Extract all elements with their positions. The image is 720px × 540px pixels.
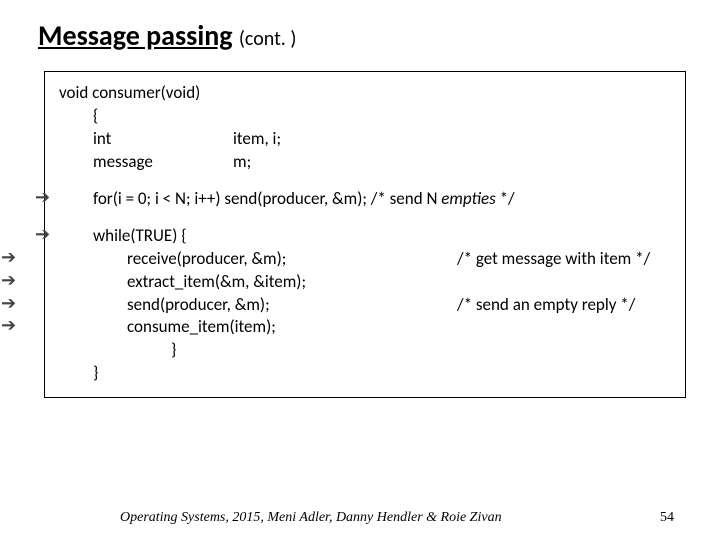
code-extract: ➔ extract_item(&m, &item); — [59, 271, 671, 294]
arrow-icon: ➔ — [35, 188, 50, 206]
code-inner-close: } — [59, 339, 671, 362]
code-send: ➔ send(producer, &m); /* send an empty r… — [59, 294, 671, 317]
recv-text: receive(producer, &m); — [127, 248, 457, 271]
send-comment: /* send an empty reply */ — [457, 294, 635, 317]
while-text: while(TRUE) { — [93, 225, 187, 246]
footer: Operating Systems, 2015, Meni Adler, Dan… — [0, 510, 720, 526]
arrow-icon: ➔ — [1, 248, 16, 266]
decl-msg-kw: message — [93, 151, 233, 174]
decl-msg-vars: m; — [233, 151, 251, 174]
arrow-icon: ➔ — [1, 271, 16, 289]
extract-text: extract_item(&m, &item); — [127, 271, 457, 294]
for-end: */ — [496, 188, 515, 209]
consume-text: consume_item(item); — [127, 316, 457, 339]
arrow-icon: ➔ — [1, 294, 16, 312]
page-number: 54 — [660, 510, 674, 526]
code-while: ➔ while(TRUE) { — [59, 225, 671, 248]
code-receive: ➔ receive(producer, &m); /* get message … — [59, 248, 671, 271]
arrow-icon: ➔ — [1, 316, 16, 334]
send-text: send(producer, &m); — [127, 294, 457, 317]
recv-comment: /* get message with item */ — [457, 248, 650, 271]
arrow-icon: ➔ — [35, 225, 50, 243]
for-empties: empties — [441, 188, 495, 209]
code-block: void consumer(void) { int item, i; messa… — [44, 71, 686, 398]
code-for-line: ➔ for(i = 0; i < N; i++) send(producer, … — [59, 188, 671, 211]
footer-credits: Operating Systems, 2015, Meni Adler, Dan… — [120, 510, 502, 526]
slide-title: Message passing (cont. ) — [0, 0, 720, 57]
code-decl-msg: message m; — [59, 151, 671, 174]
code-brace-open: { — [59, 105, 671, 128]
decl-int-vars: item, i; — [233, 128, 281, 151]
code-outer-close: } — [59, 362, 671, 385]
for-left: for(i = 0; i < N; i++) send(producer, &m… — [93, 188, 441, 209]
decl-int-kw: int — [93, 128, 233, 151]
code-consume: ➔ consume_item(item); — [59, 316, 671, 339]
code-signature: void consumer(void) — [59, 82, 671, 105]
code-decl-int: int item, i; — [59, 128, 671, 151]
title-main: Message passing — [38, 18, 233, 53]
title-sub: (cont. ) — [239, 27, 297, 51]
